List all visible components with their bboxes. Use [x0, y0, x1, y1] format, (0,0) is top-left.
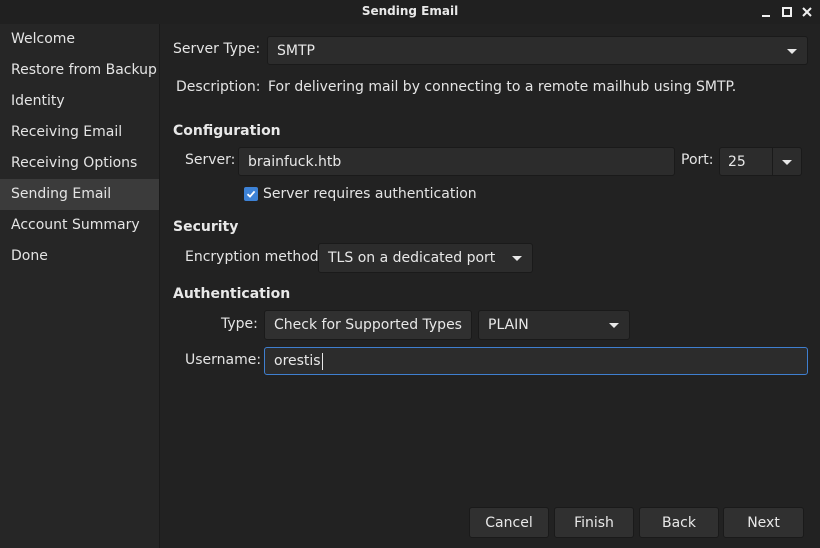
authentication-heading: Authentication [173, 286, 291, 302]
next-button[interactable]: Next [723, 507, 804, 538]
configuration-heading: Configuration [173, 123, 281, 139]
port-divider [772, 148, 773, 175]
description-label: Description: [176, 79, 261, 95]
server-type-select[interactable]: SMTP [267, 36, 808, 65]
port-label: Port: [681, 152, 714, 168]
server-value: brainfuck.htb [248, 153, 342, 170]
minimize-button[interactable] [756, 2, 776, 22]
checkmark-icon [246, 190, 256, 198]
sidebar-item-sending-email[interactable]: Sending Email [0, 179, 159, 210]
encryption-method-label: Encryption method: [185, 249, 324, 265]
auth-type-label: Type: [221, 316, 258, 332]
chevron-down-icon [787, 48, 797, 54]
sidebar-item-restore-from-backup[interactable]: Restore from Backup [0, 55, 159, 86]
window-title: Sending Email [361, 4, 459, 18]
description-text: For delivering mail by connecting to a r… [268, 79, 737, 95]
chevron-down-icon [609, 323, 619, 328]
security-heading: Security [173, 219, 239, 235]
close-button[interactable] [797, 2, 817, 22]
sidebar-item-done[interactable]: Done [0, 241, 159, 272]
back-button[interactable]: Back [639, 507, 719, 538]
check-supported-types-button[interactable]: Check for Supported Types [264, 310, 472, 340]
sidebar-item-receiving-email[interactable]: Receiving Email [0, 117, 159, 148]
main-panel: Server Type: SMTP Description: For deliv… [161, 24, 820, 548]
server-label: Server: [185, 152, 236, 168]
username-label: Username: [185, 352, 262, 368]
encryption-method-select[interactable]: TLS on a dedicated port [318, 243, 533, 273]
sidebar-item-account-summary[interactable]: Account Summary [0, 210, 159, 241]
text-caret [321, 352, 323, 370]
maximize-icon [782, 7, 792, 17]
maximize-button[interactable] [777, 2, 797, 22]
wizard-steps-sidebar: Welcome Restore from Backup Identity Rec… [0, 24, 160, 548]
cancel-button[interactable]: Cancel [469, 507, 549, 538]
port-value: 25 [728, 153, 746, 170]
title-bar: Sending Email [0, 0, 820, 24]
auth-required-checkbox[interactable] [244, 187, 258, 201]
encryption-method-value: TLS on a dedicated port [328, 250, 496, 266]
server-type-label: Server Type: [173, 41, 261, 57]
auth-required-label[interactable]: Server requires authentication [263, 186, 477, 202]
auth-type-value: PLAIN [488, 317, 529, 333]
server-type-value: SMTP [277, 42, 315, 59]
username-input[interactable]: orestis [264, 347, 808, 375]
chevron-down-icon [512, 256, 522, 261]
sidebar-item-receiving-options[interactable]: Receiving Options [0, 148, 159, 179]
minimize-icon [762, 15, 770, 17]
port-spinner[interactable]: 25 [719, 147, 802, 176]
auth-type-select[interactable]: PLAIN [478, 310, 630, 340]
chevron-down-icon[interactable] [782, 159, 792, 165]
server-input[interactable]: brainfuck.htb [238, 147, 675, 176]
sidebar-item-welcome[interactable]: Welcome [0, 24, 159, 55]
close-icon [802, 7, 812, 17]
sidebar-item-identity[interactable]: Identity [0, 86, 159, 117]
username-value: orestis [274, 353, 321, 369]
finish-button[interactable]: Finish [554, 507, 634, 538]
